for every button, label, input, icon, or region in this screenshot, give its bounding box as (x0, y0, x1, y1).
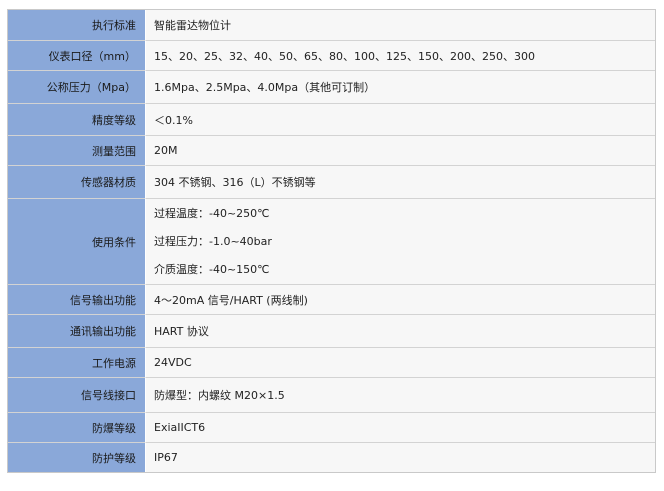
spec-row-standard: 执行标准 智能雷达物位计 (8, 10, 655, 41)
spec-value: 1.6Mpa、2.5Mpa、4.0Mpa（其他可订制） (146, 71, 655, 104)
condition-line: 过程压力：-1.0~40bar (154, 234, 272, 248)
spec-value: 20M (146, 136, 655, 166)
spec-label: 信号线接口 (8, 378, 146, 413)
spec-row-comm-output: 通讯输出功能 HART 协议 (8, 315, 655, 348)
spec-value: 304 不锈钢、316（L）不锈钢等 (146, 166, 655, 199)
spec-row-diameter: 仪表口径（mm） 15、20、25、32、40、50、65、80、100、125… (8, 41, 655, 71)
spec-value: 15、20、25、32、40、50、65、80、100、125、150、200、… (146, 41, 655, 71)
spec-label: 通讯输出功能 (8, 315, 146, 348)
spec-row-accuracy: 精度等级 ＜0.1% (8, 104, 655, 136)
spec-value: IP67 (146, 443, 655, 472)
spec-label: 防爆等级 (8, 413, 146, 443)
spec-value: ＜0.1% (146, 104, 655, 136)
spec-value: 智能雷达物位计 (146, 10, 655, 41)
spec-label: 测量范围 (8, 136, 146, 166)
spec-row-pressure: 公称压力（Mpa） 1.6Mpa、2.5Mpa、4.0Mpa（其他可订制） (8, 71, 655, 104)
spec-row-sensor-material: 传感器材质 304 不锈钢、316（L）不锈钢等 (8, 166, 655, 199)
spec-label: 使用条件 (8, 199, 146, 285)
spec-value: 防爆型：内螺纹 M20×1.5 (146, 378, 655, 413)
spec-label: 工作电源 (8, 348, 146, 378)
condition-line: 过程温度：-40~250℃ (154, 206, 270, 220)
spec-table: 执行标准 智能雷达物位计 仪表口径（mm） 15、20、25、32、40、50、… (7, 9, 656, 473)
spec-value: 4～20mA 信号/HART (两线制) (146, 285, 655, 315)
spec-value-multiline: 过程温度：-40~250℃ 过程压力：-1.0~40bar 介质温度：-40~1… (146, 199, 655, 285)
spec-value: ExiaIICT6 (146, 413, 655, 443)
spec-row-range: 测量范围 20M (8, 136, 655, 166)
spec-row-explosion-grade: 防爆等级 ExiaIICT6 (8, 413, 655, 443)
condition-line: 介质温度：-40~150℃ (154, 262, 270, 276)
spec-label: 信号输出功能 (8, 285, 146, 315)
spec-table-container: 执行标准 智能雷达物位计 仪表口径（mm） 15、20、25、32、40、50、… (7, 9, 656, 473)
spec-label: 传感器材质 (8, 166, 146, 199)
spec-label: 仪表口径（mm） (8, 41, 146, 71)
spec-label: 公称压力（Mpa） (8, 71, 146, 104)
spec-row-signal-output: 信号输出功能 4～20mA 信号/HART (两线制) (8, 285, 655, 315)
spec-row-power: 工作电源 24VDC (8, 348, 655, 378)
spec-row-cable-interface: 信号线接口 防爆型：内螺纹 M20×1.5 (8, 378, 655, 413)
spec-value: HART 协议 (146, 315, 655, 348)
spec-label: 防护等级 (8, 443, 146, 472)
spec-row-conditions: 使用条件 过程温度：-40~250℃ 过程压力：-1.0~40bar 介质温度：… (8, 199, 655, 285)
spec-label: 执行标准 (8, 10, 146, 41)
spec-value: 24VDC (146, 348, 655, 378)
spec-label: 精度等级 (8, 104, 146, 136)
spec-row-protection-grade: 防护等级 IP67 (8, 443, 655, 472)
